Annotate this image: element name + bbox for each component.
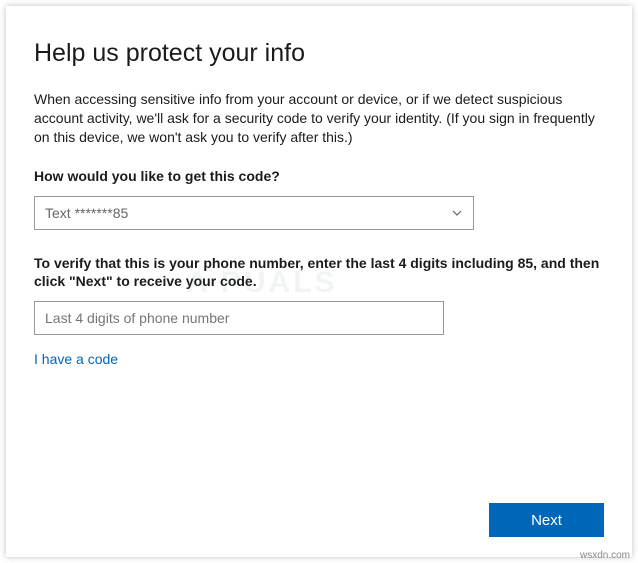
attribution-text: wsxdn.com xyxy=(580,550,630,561)
next-button[interactable]: Next xyxy=(489,503,604,537)
dropdown-selected-value: Text *******85 xyxy=(45,205,128,221)
intro-text: When accessing sensitive info from your … xyxy=(34,90,604,147)
verify-instruction: To verify that this is your phone number… xyxy=(34,254,604,292)
footer: Next xyxy=(34,503,604,537)
spacer xyxy=(34,367,604,503)
security-verification-card: Help us protect your info When accessing… xyxy=(6,6,632,557)
chevron-down-icon xyxy=(451,207,463,219)
method-label: How would you like to get this code? xyxy=(34,167,604,186)
have-code-link[interactable]: I have a code xyxy=(34,351,604,367)
last-4-digits-input[interactable] xyxy=(34,301,444,335)
page-title: Help us protect your info xyxy=(34,38,604,68)
verification-method-dropdown[interactable]: Text *******85 xyxy=(34,196,474,230)
